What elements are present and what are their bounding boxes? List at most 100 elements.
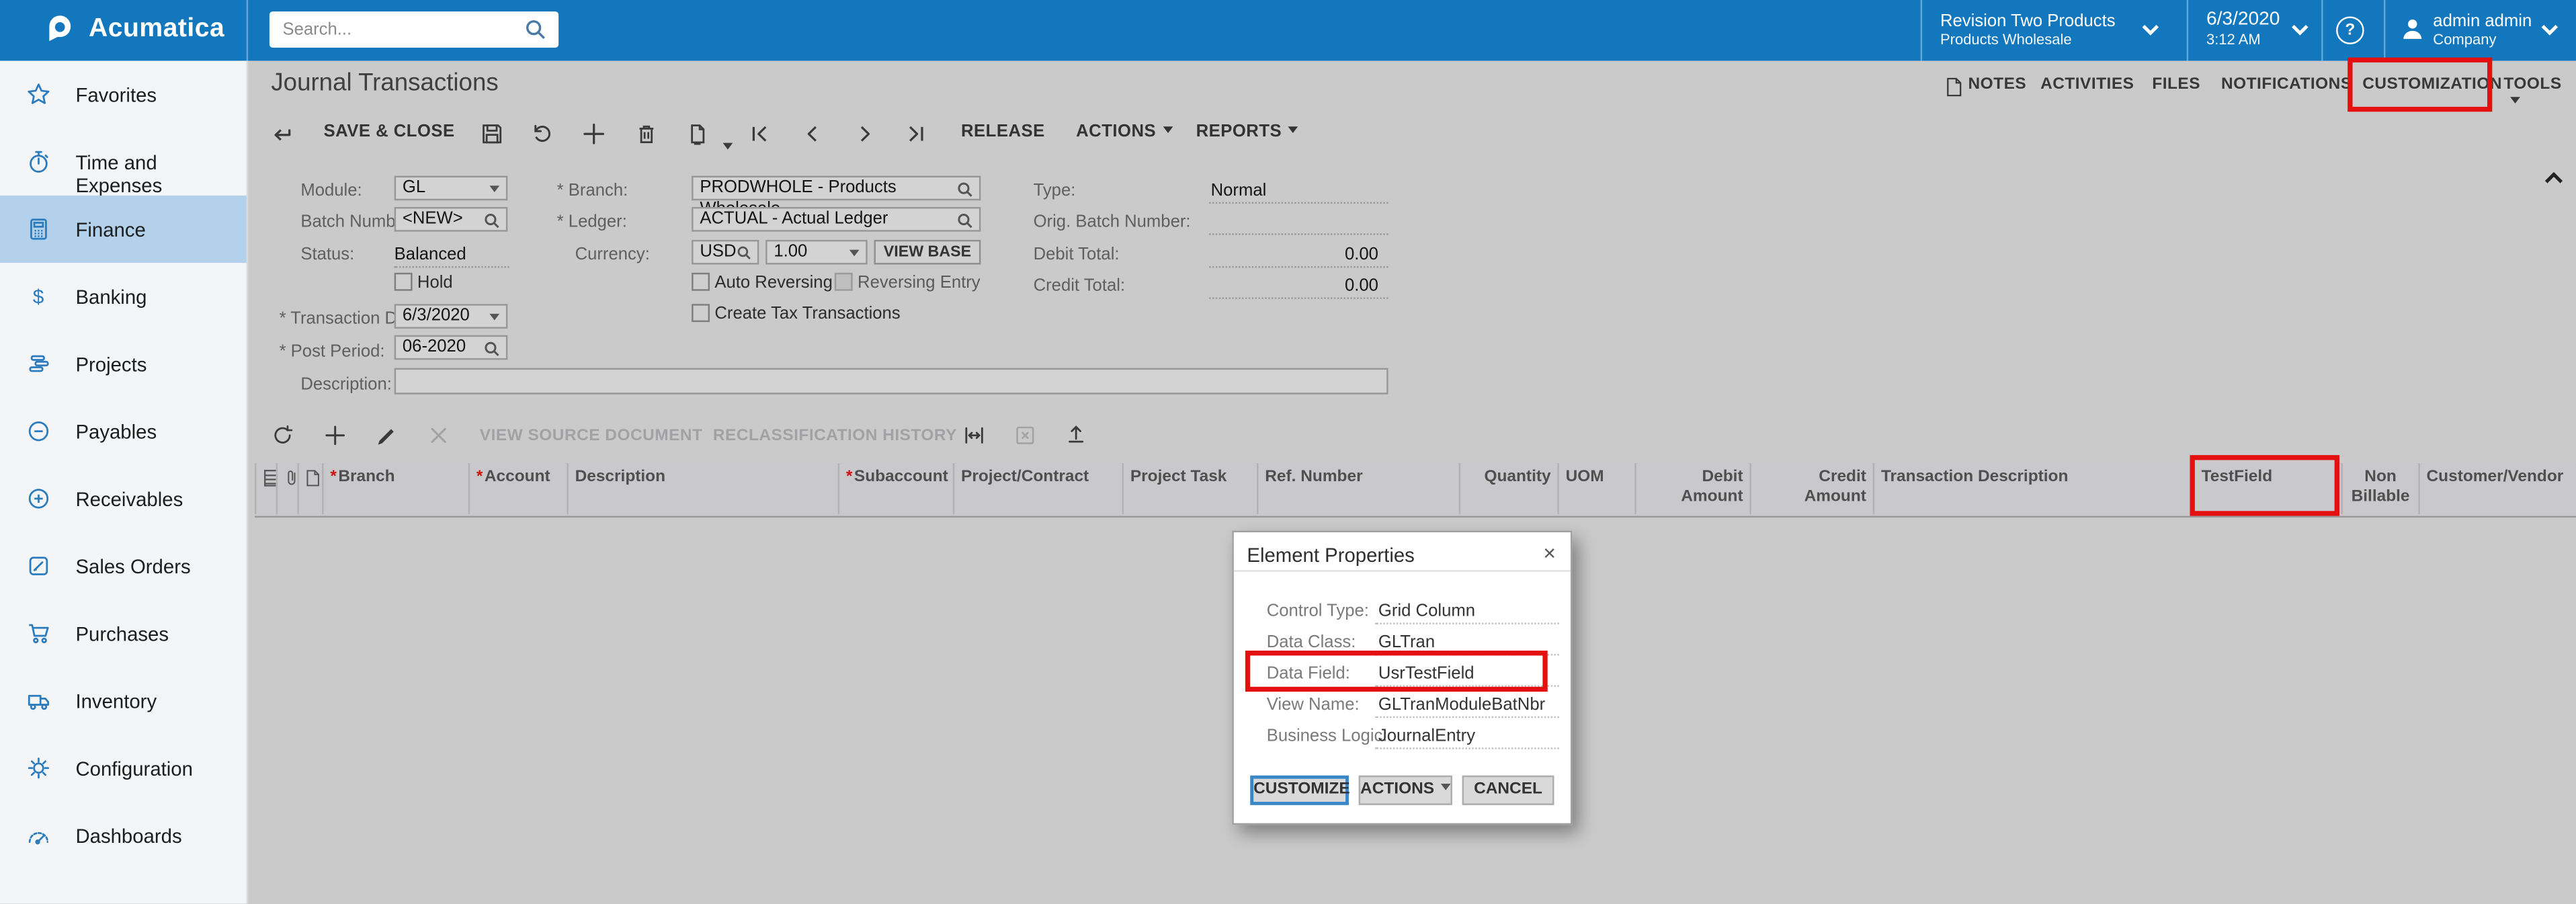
back-icon[interactable]	[269, 123, 294, 148]
chevron-down-icon[interactable]	[2290, 22, 2310, 38]
auto-reversing-checkbox[interactable]	[692, 273, 710, 291]
sidebar-item-configuration[interactable]: Configuration	[0, 735, 247, 802]
ledger-field[interactable]: ACTUAL - Actual Ledger	[692, 207, 981, 232]
sidebar-item-banking[interactable]: $ Banking	[0, 263, 247, 330]
delete-icon[interactable]	[634, 122, 659, 147]
user-icon[interactable]	[2399, 15, 2427, 43]
cancel-button[interactable]: CANCEL	[1462, 776, 1554, 805]
save-icon[interactable]	[480, 122, 505, 147]
module-select[interactable]: GL	[394, 176, 508, 201]
sidebar-item-inventory[interactable]: Inventory	[0, 667, 247, 734]
column-header-debit-amount[interactable]: Debit Amount	[1634, 463, 1749, 514]
company-selector[interactable]: Revision Two Products Products Wholesale	[1940, 11, 2116, 49]
next-record-icon[interactable]	[853, 122, 878, 147]
notes-link[interactable]: NOTES	[1968, 75, 2027, 93]
column-header-quantity[interactable]: Quantity	[1459, 463, 1558, 514]
control-type-value: Grid Column	[1378, 602, 1475, 621]
help-icon[interactable]: ?	[2336, 16, 2364, 44]
sidebar-item-projects[interactable]: Projects	[0, 330, 247, 397]
transaction-date-field[interactable]: 6/3/2020	[394, 304, 508, 329]
row-settings-icon[interactable]	[255, 463, 276, 514]
lookup-icon[interactable]	[956, 181, 974, 199]
sidebar-item-purchases[interactable]: Purchases	[0, 600, 247, 667]
tools-menu[interactable]: TOOLS	[2503, 75, 2576, 112]
sidebar-item-favorites[interactable]: Favorites	[0, 60, 247, 128]
truck-icon	[26, 688, 51, 713]
hold-checkbox[interactable]	[394, 273, 413, 291]
search-input[interactable]	[269, 11, 558, 48]
column-header-uom[interactable]: UOM	[1557, 463, 1634, 514]
create-tax-checkbox[interactable]	[692, 304, 710, 322]
sidebar-item-sales-orders[interactable]: Sales Orders	[0, 532, 247, 600]
collapse-form-icon[interactable]	[2543, 169, 2565, 186]
save-close-button[interactable]: SAVE & CLOSE	[324, 122, 455, 141]
close-icon[interactable]: ×	[1543, 540, 1556, 565]
sidebar-item-time-and-expenses[interactable]: Time and Expenses	[0, 128, 247, 196]
column-header-project-contract[interactable]: Project/Contract	[953, 463, 1122, 514]
add-icon[interactable]	[581, 122, 606, 147]
upload-icon[interactable]	[1065, 422, 1087, 445]
currency-code-field[interactable]: USD	[692, 240, 759, 265]
note-column-icon[interactable]	[297, 463, 322, 514]
underline	[1209, 233, 1388, 235]
release-button[interactable]: RELEASE	[961, 122, 1045, 141]
attachment-column-icon[interactable]	[276, 463, 298, 514]
first-record-icon[interactable]	[747, 122, 772, 147]
view-name-value: GLTranModuleBatNbr	[1378, 695, 1545, 714]
dollar-icon: $	[26, 284, 51, 309]
sidebar-item-dashboards[interactable]: Dashboards	[0, 802, 247, 869]
column-header-description[interactable]: Description	[567, 463, 837, 514]
sidebar-item-finance[interactable]: Finance	[0, 196, 247, 263]
customize-button[interactable]: CUSTOMIZE	[1250, 776, 1349, 805]
sidebar-item-payables[interactable]: Payables	[0, 398, 247, 465]
sidebar-item-receivables[interactable]: Receivables	[0, 465, 247, 532]
search-icon[interactable]	[524, 18, 547, 41]
pencil-square-icon	[26, 554, 51, 579]
column-header-subaccount[interactable]: *Subaccount	[838, 463, 953, 514]
currency-rate-field[interactable]: 1.00	[765, 240, 868, 265]
user-menu[interactable]: admin admin Company	[2433, 11, 2532, 49]
add-row-icon[interactable]	[324, 424, 347, 447]
branch-field[interactable]: PRODWHOLE - Products Wholesale	[692, 176, 981, 201]
reports-menu[interactable]: REPORTS	[1196, 122, 1298, 141]
dialog-title: Element Properties	[1247, 544, 1414, 567]
acumatica-logo-icon[interactable]	[43, 13, 76, 46]
actions-menu[interactable]: ACTIONS	[1076, 122, 1172, 141]
dialog-actions-button[interactable]: ACTIONS	[1359, 776, 1452, 805]
column-header-transaction-description[interactable]: Transaction Description	[1873, 463, 2194, 514]
company-name: Revision Two Products	[1940, 11, 2116, 31]
files-link[interactable]: FILES	[2152, 75, 2200, 93]
last-record-icon[interactable]	[903, 122, 928, 147]
post-period-field[interactable]: 06-2020	[394, 335, 508, 360]
undo-icon[interactable]	[529, 122, 554, 147]
column-header-branch[interactable]: *Branch	[322, 463, 468, 514]
refresh-icon[interactable]	[271, 424, 294, 447]
chevron-down-icon[interactable]	[2540, 22, 2559, 38]
column-header-ref-number[interactable]: Ref. Number	[1257, 463, 1459, 514]
activities-link[interactable]: ACTIVITIES	[2040, 75, 2134, 93]
caret-down-icon[interactable]	[716, 132, 733, 161]
branch-label: * Branch:	[557, 181, 628, 200]
batch-number-field[interactable]: <NEW>	[394, 207, 508, 232]
view-base-button[interactable]: VIEW BASE	[874, 240, 981, 265]
lookup-icon[interactable]	[483, 340, 501, 358]
column-header-customer-vendor[interactable]: Customer/Vendor	[2418, 463, 2576, 514]
lookup-icon[interactable]	[956, 212, 974, 230]
column-header-credit-amount[interactable]: Credit Amount	[1749, 463, 1872, 514]
edit-row-icon[interactable]	[374, 424, 397, 447]
notes-icon[interactable]	[1945, 77, 1963, 97]
acumatica-logo[interactable]: Acumatica	[89, 15, 224, 44]
column-header-account[interactable]: *Account	[468, 463, 567, 514]
notifications-link[interactable]: NOTIFICATIONS	[2221, 75, 2352, 93]
column-header-project-task[interactable]: Project Task	[1122, 463, 1257, 514]
previous-record-icon[interactable]	[800, 122, 825, 147]
copy-paste-icon[interactable]	[685, 122, 710, 147]
control-type-label: Control Type:	[1267, 602, 1369, 621]
lookup-icon[interactable]	[483, 212, 501, 230]
chevron-down-icon[interactable]	[2141, 22, 2160, 38]
business-date-selector[interactable]: 6/3/2020 3:12 AM	[2206, 10, 2280, 50]
lookup-icon[interactable]	[736, 245, 752, 261]
column-header-non-billable[interactable]: Non Billable	[2341, 463, 2418, 514]
fit-width-icon[interactable]	[962, 424, 985, 447]
description-field[interactable]	[394, 368, 1388, 395]
